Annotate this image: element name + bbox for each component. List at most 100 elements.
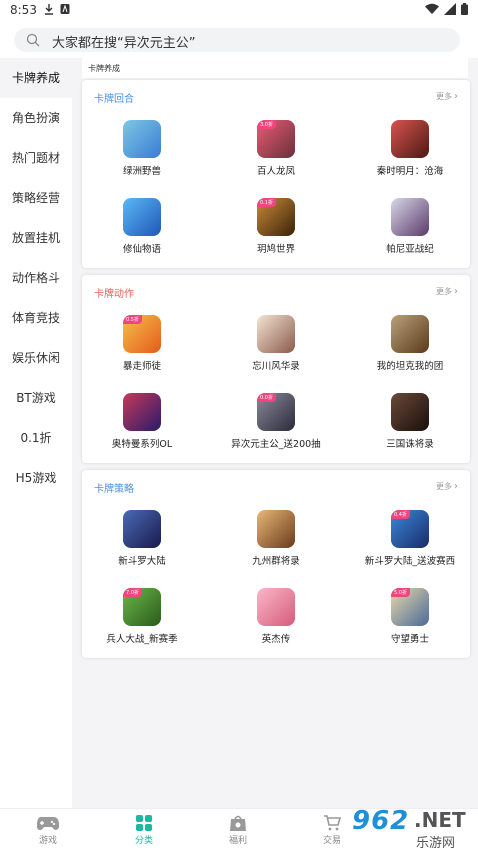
game-item[interactable]: 九州群将录 xyxy=(216,510,336,567)
game-icon xyxy=(391,315,429,353)
game-item[interactable]: 修仙物语 xyxy=(82,198,202,255)
category-content: 卡牌养成 卡牌回合 更多 › 绿洲野兽 3.0折 百人龙凤 秦时明月：沧海 修仙物语 0.1折玥… xyxy=(72,58,478,808)
game-icon xyxy=(123,393,161,431)
game-card-section: 卡牌策略 更多 › 新斗罗大陆 九州群将录 0.4折新斗罗大陆_送波赛西 7.0折兵人大战_… xyxy=(82,470,470,658)
game-item[interactable]: 忘川风华录 xyxy=(216,315,336,372)
game-item[interactable]: 0.0折 异次元主公_送200抽 xyxy=(216,393,336,450)
watermark-site: 乐游网 xyxy=(416,836,456,851)
more-link[interactable]: 更多 › xyxy=(436,481,458,492)
app-notification-icon xyxy=(60,4,70,14)
sidebar-item[interactable]: 角色扮演 xyxy=(0,98,72,138)
sidebar-item[interactable]: 热门题材 xyxy=(0,138,72,178)
game-item[interactable]: 0.5折暴走师徒 xyxy=(82,315,202,372)
nav-categories-label: 分类 xyxy=(134,836,153,846)
battery-icon xyxy=(461,3,468,15)
game-item[interactable]: 奥特曼系列OL xyxy=(82,393,202,450)
game-name: 暴走师徒 xyxy=(122,361,161,372)
gamepad-icon xyxy=(36,816,60,830)
game-item[interactable]: 英杰传 xyxy=(216,588,336,645)
game-name: 玥鸠世界 xyxy=(256,244,295,255)
game-item[interactable]: 0.4折新斗罗大陆_送波赛西 xyxy=(350,510,470,567)
game-name: 帕尼亚战纪 xyxy=(386,244,434,255)
game-name: 我的坦克我的团 xyxy=(376,361,444,372)
game-icon xyxy=(123,510,161,548)
sidebar-item[interactable]: 卡牌养成 xyxy=(0,58,72,98)
game-item[interactable]: 我的坦克我的团 xyxy=(350,315,470,372)
sidebar-item[interactable]: 娱乐休闲 xyxy=(0,338,72,378)
card-section-title: 卡牌动作 xyxy=(94,289,134,300)
game-icon xyxy=(391,120,429,158)
nav-categories[interactable]: 分类 xyxy=(114,815,174,846)
sidebar-item[interactable]: 0.1折 xyxy=(0,418,72,458)
game-item[interactable]: 三国诛将录 xyxy=(350,393,470,450)
game-name: 忘川风华录 xyxy=(252,361,300,372)
game-name: 兵人大战_新赛季 xyxy=(106,634,178,645)
discount-badge: 0.4折 xyxy=(391,510,410,519)
card-section-title: 卡牌策略 xyxy=(94,484,134,495)
search-input[interactable]: 大家都在搜“异次元主公” xyxy=(14,28,460,52)
search-placeholder: 大家都在搜“异次元主公” xyxy=(52,36,196,51)
discount-badge: 0.0折 xyxy=(257,393,276,402)
game-card-section: 卡牌回合 更多 › 绿洲野兽 3.0折 百人龙凤秦时明月：沧海修仙物语 0.1折 玥鸠世界帕尼… xyxy=(82,80,470,268)
game-icon: 0.4折 xyxy=(391,510,429,548)
game-name: 九州群将录 xyxy=(252,556,300,567)
nav-games[interactable]: 游戏 xyxy=(18,815,78,846)
game-icon: 3.0折 xyxy=(257,120,295,158)
game-item[interactable]: 绿洲野兽 xyxy=(82,120,202,177)
discount-badge: 5.0折 xyxy=(391,588,410,597)
game-name: 三国诛将录 xyxy=(386,439,434,450)
category-sidebar: 卡牌养成 角色扮演 热门题材 策略经营 放置挂机 动作格斗 体育竞技 娱乐休闲 BT游戏 0.1折… xyxy=(0,58,72,808)
discount-badge: 3.0折 xyxy=(257,120,276,129)
category-grid-icon xyxy=(136,815,152,831)
sidebar-item[interactable]: H5游戏 xyxy=(0,458,72,498)
sidebar-item[interactable]: 策略经营 xyxy=(0,178,72,218)
sidebar-item[interactable]: 体育竞技 xyxy=(0,298,72,338)
game-name: 新斗罗大陆 xyxy=(118,556,166,567)
game-icon xyxy=(123,120,161,158)
sidebar-item[interactable]: BT游戏 xyxy=(0,378,72,418)
game-icon: 0.0折 xyxy=(257,393,295,431)
section-title: 卡牌养成 xyxy=(82,58,468,78)
game-name: 新斗罗大陆_送波赛西 xyxy=(364,556,456,567)
game-item[interactable]: 0.1折 玥鸠世界 xyxy=(216,198,336,255)
status-time: 8:53 xyxy=(10,3,37,17)
game-name: 绿洲野兽 xyxy=(122,166,161,177)
game-name: 秦时明月：沧海 xyxy=(376,166,444,177)
game-icon: 5.0折 xyxy=(391,588,429,626)
game-item[interactable]: 7.0折兵人大战_新赛季 xyxy=(82,588,202,645)
nav-welfare-label: 福利 xyxy=(228,836,247,846)
more-label: 更多 xyxy=(436,287,452,296)
game-icon xyxy=(257,315,295,353)
game-icon: 7.0折 xyxy=(123,588,161,626)
game-item[interactable]: 5.0折守望勇士 xyxy=(350,588,470,645)
signal-icon xyxy=(444,3,456,15)
status-icons xyxy=(425,3,468,15)
game-card-section: 卡牌动作 更多 › 0.5折 暴走师徒 忘川风华录 我的坦克我的团 奥特曼系列OL 0.0折 异次… xyxy=(82,275,470,463)
nav-welfare[interactable]: 福利 xyxy=(208,815,268,846)
game-icon xyxy=(257,510,295,548)
card-section-title: 卡牌回合 xyxy=(94,94,134,105)
cart-icon xyxy=(324,815,342,831)
discount-badge: 7.0折 xyxy=(123,588,142,597)
nav-games-label: 游戏 xyxy=(38,836,57,846)
more-link[interactable]: 更多 › xyxy=(436,91,458,102)
status-bar: 8:53 xyxy=(0,0,478,20)
game-item[interactable]: 帕尼亚战纪 xyxy=(350,198,470,255)
game-icon: 0.5折 xyxy=(123,315,161,353)
game-name: 修仙物语 xyxy=(122,244,161,255)
game-icon xyxy=(391,198,429,236)
sidebar-item[interactable]: 动作格斗 xyxy=(0,258,72,298)
gift-bag-icon xyxy=(230,815,246,831)
discount-badge: 0.5折 xyxy=(123,315,142,324)
download-icon xyxy=(45,4,53,15)
more-link[interactable]: 更多 › xyxy=(436,286,458,297)
watermark-net: .NET xyxy=(414,808,466,832)
sidebar-item[interactable]: 放置挂机 xyxy=(0,218,72,258)
game-item[interactable]: 新斗罗大陆 xyxy=(82,510,202,567)
game-name: 英杰传 xyxy=(261,634,291,645)
game-icon xyxy=(257,588,295,626)
game-item[interactable]: 3.0折 百人龙凤 xyxy=(216,120,336,177)
game-item[interactable]: 秦时明月：沧海 xyxy=(350,120,470,177)
game-name: 守望勇士 xyxy=(390,634,429,645)
search-bar: 大家都在搜“异次元主公” xyxy=(0,20,478,58)
